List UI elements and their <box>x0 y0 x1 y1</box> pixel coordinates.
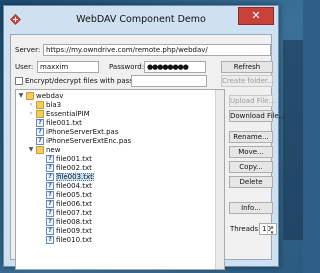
tree-node-label: webdav <box>36 92 64 100</box>
file-icon: ? <box>36 119 44 127</box>
file-icon: ? <box>36 128 44 136</box>
tree-node-label: file010.txt <box>56 236 92 244</box>
password-label: Password: <box>109 63 145 71</box>
close-button[interactable]: ✕ <box>238 7 274 25</box>
tree-node-label: new <box>46 146 61 154</box>
rename-button[interactable]: Rename... <box>229 131 273 143</box>
background-window-edge <box>283 40 303 240</box>
tree-node-label: file005.txt <box>56 191 92 199</box>
tree-node-label: file001.txt <box>56 155 92 163</box>
user-field[interactable]: maxxim <box>37 61 99 73</box>
file-icon: ? <box>46 209 54 217</box>
file-icon: ? <box>46 236 54 244</box>
upload-file-button[interactable]: Upload File... <box>229 95 275 107</box>
client-area: Server: https://my.owndrive.com/remote.p… <box>10 34 285 270</box>
title-bar[interactable]: WebDAV Component Demo ✕ <box>4 6 278 34</box>
tree-node-label: file008.txt <box>56 218 92 226</box>
tree-node-label: file009.txt <box>56 227 92 235</box>
tree-scrollbar[interactable] <box>215 90 224 269</box>
tree-node-label: iPhoneServerExtEnc.pas <box>46 137 132 145</box>
encrypt-password-field[interactable] <box>131 75 207 87</box>
tree-node-label: EssentialPIM <box>46 110 90 118</box>
refresh-button[interactable]: Refresh <box>221 61 273 73</box>
file-icon: ? <box>46 164 54 172</box>
copy-button[interactable]: Copy... <box>229 161 273 173</box>
threads-label: Threads: <box>230 225 261 233</box>
tree-node-label: iPhoneServerExt.pas <box>46 128 119 136</box>
collapse-icon[interactable]: ▼ <box>17 92 25 100</box>
tree-node-label: bla3 <box>46 101 62 109</box>
collapse-icon[interactable]: ▼ <box>27 146 35 154</box>
folder-icon <box>36 146 44 154</box>
create-folder-button[interactable]: Create folder... <box>221 75 274 87</box>
tree-node-label: file007.txt <box>56 209 92 217</box>
folder-icon <box>36 101 44 109</box>
user-label: User: <box>15 63 34 71</box>
folder-icon <box>26 92 34 100</box>
threads-spinner[interactable]: 10 ▲ ▼ <box>259 223 277 235</box>
password-field[interactable]: ●●●●●●●● <box>144 61 206 73</box>
file-icon: ? <box>46 182 54 190</box>
encrypt-checkbox[interactable] <box>15 77 23 85</box>
expand-icon[interactable]: › <box>27 110 35 118</box>
tree-node-label: file002.txt <box>56 164 92 172</box>
tree-node-label: file006.txt <box>56 200 92 208</box>
file-icon: ? <box>46 200 54 208</box>
file-icon: ? <box>46 227 54 235</box>
spin-down-icon[interactable]: ▼ <box>268 230 276 234</box>
server-field[interactable]: https://my.owndrive.com/remote.php/webda… <box>43 44 271 56</box>
file-tree[interactable]: ▼ webdav › bla3 › EssentialPIM ? file001… <box>15 89 225 270</box>
expand-icon[interactable]: › <box>27 101 35 109</box>
folder-icon <box>36 110 44 118</box>
file-icon: ? <box>46 155 54 163</box>
download-file-button[interactable]: Download File... <box>229 110 285 122</box>
window-title: WebDAV Component Demo <box>76 14 206 25</box>
file-icon: ? <box>46 191 54 199</box>
delete-button[interactable]: Delete <box>229 176 273 188</box>
file-icon: ? <box>46 218 54 226</box>
tree-node-label: file003.txt <box>56 173 94 181</box>
server-label: Server: <box>15 46 41 54</box>
tree-node-label: file001.txt <box>46 119 82 127</box>
file-icon: ? <box>36 137 44 145</box>
spinner-arrows[interactable]: ▲ ▼ <box>267 224 276 234</box>
tree-node-label: file004.txt <box>56 182 92 190</box>
file-icon: ? <box>46 173 54 181</box>
app-window: WebDAV Component Demo ✕ Server: https://… <box>3 5 285 270</box>
move-button[interactable]: Move... <box>229 146 273 158</box>
info-button[interactable]: Info... <box>229 202 273 214</box>
